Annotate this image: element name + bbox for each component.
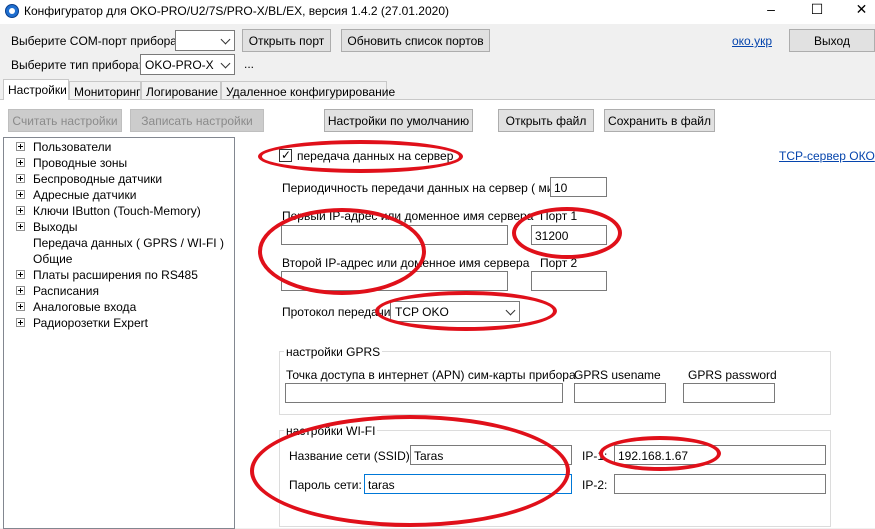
annotation-oval-port1 [512,207,622,259]
app-icon [5,4,19,18]
apn-label: Точка доступа в интернет (APN) сим-карты… [286,368,576,382]
device-type-value: OKO-PRO-X [145,58,214,72]
ip2-wifi-label: IP-2: [582,478,608,492]
gprs-password-input[interactable] [683,383,775,403]
defaults-button[interactable]: Настройки по умолчанию [324,109,473,132]
minimize-icon[interactable]: – [756,1,786,21]
open-port-button[interactable]: Открыть порт [242,29,331,52]
expand-icon[interactable] [16,174,25,183]
period-input[interactable]: 10 [550,177,607,197]
gprs-group-title: настройки GPRS [284,345,383,359]
device-type-select[interactable]: OKO-PRO-X [140,54,235,75]
gprs-username-label: GPRS usename [574,368,661,382]
tab-settings[interactable]: Настройки [3,79,69,100]
refresh-ports-button[interactable]: Обновить список портов [341,29,490,52]
expand-icon[interactable] [16,318,25,327]
port2-input[interactable] [531,271,607,291]
tab-logging[interactable]: Логирование [141,81,221,99]
annotation-oval-send [258,140,463,173]
period-label: Периодичность передачи данных на сервер … [282,181,571,195]
read-settings-button[interactable]: Считать настройки [8,109,122,132]
annotation-oval-wifi [250,415,570,527]
maximize-icon[interactable]: ☐ [802,1,832,21]
apn-input[interactable] [285,383,563,403]
ip2-wifi-input[interactable] [614,474,826,494]
com-port-select[interactable] [175,30,235,51]
tab-monitoring[interactable]: Мониторинг [69,81,141,99]
window-title: Конфигуратор для OKO-PRO/U2/7S/PRO-X/BL/… [24,4,449,18]
expand-icon[interactable] [16,190,25,199]
annotation-oval-ip1wifi [599,436,721,471]
write-settings-button[interactable]: Записать настройки [130,109,264,132]
gprs-password-label: GPRS password [688,368,777,382]
expand-icon[interactable] [16,286,25,295]
open-file-button[interactable]: Открыть файл [498,109,594,132]
expand-icon[interactable] [16,158,25,167]
device-type-label: Выберите тип прибора: [11,58,142,72]
expand-icon[interactable] [16,206,25,215]
chevron-down-icon [220,34,231,45]
expand-icon[interactable] [16,270,25,279]
annotation-oval-protocol [375,291,557,331]
annotation-oval-ip1 [258,208,426,295]
expand-icon[interactable] [16,222,25,231]
settings-tree: Пользователи Проводные зоны Беспроводные… [3,137,235,529]
com-port-label: Выберите COM-порт прибора: [11,34,181,48]
save-file-button[interactable]: Сохранить в файл [604,109,715,132]
close-icon[interactable]: ✕ [848,1,875,21]
exit-button[interactable]: Выход [789,29,875,52]
gprs-username-input[interactable] [574,383,666,403]
site-link[interactable]: око.укр [732,34,772,48]
chevron-down-icon [220,58,231,69]
expand-icon[interactable] [16,302,25,311]
ellipsis-label: ... [244,57,255,71]
tcp-server-link[interactable]: TCP-сервер ОКО [779,149,875,163]
expand-icon[interactable] [16,142,25,151]
tab-remote-config[interactable]: Удаленное конфигурирование [221,81,395,99]
